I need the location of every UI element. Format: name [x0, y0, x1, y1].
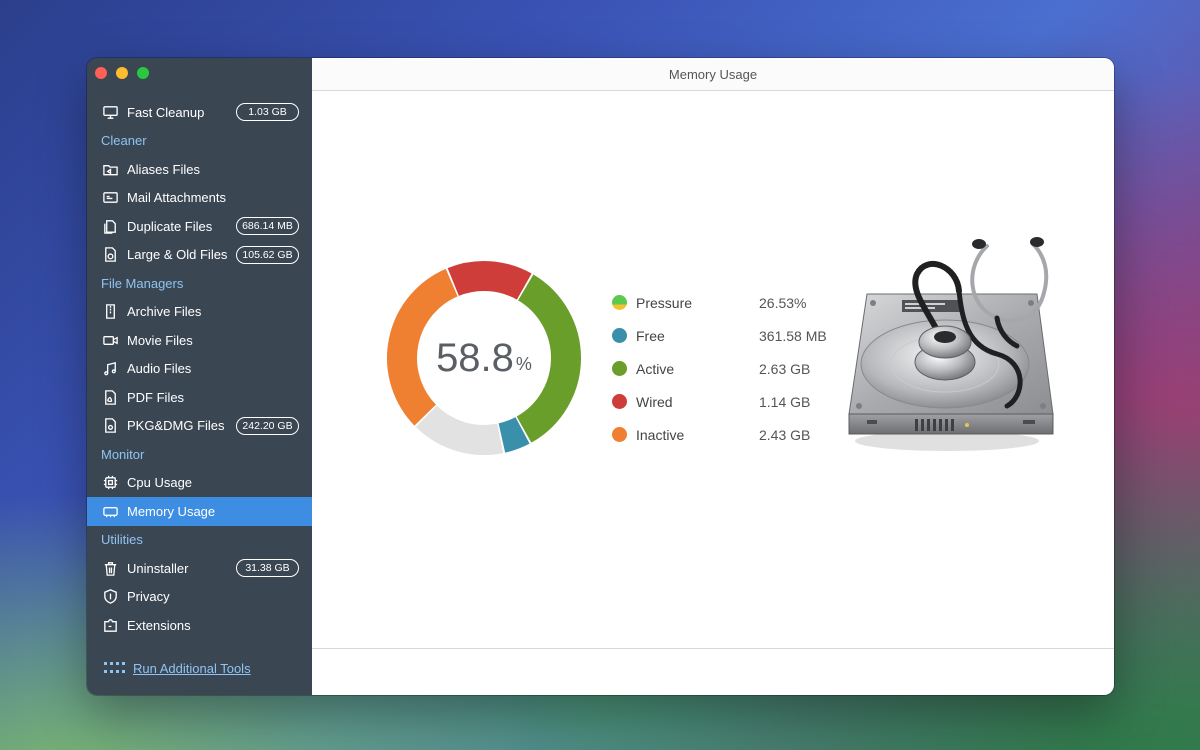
legend-swatch: [612, 427, 627, 442]
sidebar-item-label: Duplicate Files: [127, 218, 213, 234]
close-window-button[interactable]: [95, 67, 107, 79]
sidebar-item-label: Privacy: [127, 589, 170, 605]
sidebar-item-label: Cpu Usage: [127, 475, 193, 491]
folder-alias-icon: [101, 160, 119, 178]
legend-value: 26.53%: [759, 294, 807, 311]
size-badge: 105.62 GB: [236, 245, 299, 264]
section-header-cleaner: Cleaner: [101, 133, 147, 149]
minimize-window-button[interactable]: [116, 67, 128, 79]
legend-swatch: [612, 361, 627, 376]
sidebar-item-label: Large & Old Files: [127, 247, 228, 263]
legend-value: 1.14 GB: [759, 393, 811, 410]
memory-percent-unit: %: [515, 353, 532, 374]
legend-swatch: [612, 328, 627, 343]
archive-icon: [101, 303, 119, 321]
sidebar-item-pdf-files[interactable]: PDF Files: [87, 383, 312, 412]
package-file-icon: [101, 417, 119, 435]
sidebar-item-label: PKG&DMG Files: [127, 418, 225, 434]
section-header-utilities: Utilities: [101, 532, 143, 548]
legend-value: 2.43 GB: [759, 426, 811, 443]
main-panel: Memory Usage 58.8 % Pressure 26.53% Free 36…: [312, 58, 1114, 695]
grid-icon: [104, 661, 125, 676]
sidebar-item-uninstaller[interactable]: Uninstaller 31.38 GB: [87, 554, 312, 583]
sidebar-item-label: Audio Files: [127, 361, 192, 377]
disk-utility-stethoscope-icon: [848, 237, 1054, 451]
legend-value: 2.63 GB: [759, 360, 811, 377]
legend-label: Free: [636, 327, 665, 344]
legend-row-active: Active 2.63 GB: [612, 352, 852, 385]
puzzle-icon: [101, 616, 119, 634]
sidebar-item-label: Uninstaller: [127, 560, 189, 576]
sidebar-item-label: Movie Files: [127, 332, 193, 348]
zoom-window-button[interactable]: [137, 67, 149, 79]
size-badge: 1.03 GB: [236, 103, 299, 122]
legend-row-pressure: Pressure 26.53%: [612, 286, 852, 319]
legend-value: 361.58 MB: [759, 327, 827, 344]
sidebar-item-duplicate-files[interactable]: Duplicate Files 686.14 MB: [87, 212, 312, 241]
sidebar-item-privacy[interactable]: Privacy: [87, 583, 312, 612]
large-file-icon: [101, 246, 119, 264]
music-note-icon: [101, 360, 119, 378]
legend-swatch: [612, 394, 627, 409]
size-badge: 686.14 MB: [236, 217, 299, 236]
sidebar: Fast Cleanup 1.03 GB Cleaner Aliases Files M…: [87, 58, 312, 695]
sidebar-item-label: Memory Usage: [127, 503, 216, 519]
legend-row-inactive: Inactive 2.43 GB: [612, 418, 852, 451]
duplicate-file-icon: [101, 217, 119, 235]
sidebar-item-fast-cleanup[interactable]: Fast Cleanup 1.03 GB: [87, 98, 312, 127]
sidebar-item-label: Archive Files: [127, 304, 202, 320]
pdf-file-icon: [101, 388, 119, 406]
memory-percent-value: 58.8: [436, 335, 514, 380]
sidebar-nav: Fast Cleanup 1.03 GB Cleaner Aliases Files M…: [87, 98, 312, 640]
sidebar-item-aliases-files[interactable]: Aliases Files: [87, 155, 312, 184]
sidebar-item-cpu-usage[interactable]: Cpu Usage: [87, 469, 312, 498]
sidebar-item-label: Aliases Files: [127, 161, 200, 177]
legend-row-wired: Wired 1.14 GB: [612, 385, 852, 418]
sidebar-item-label: Extensions: [127, 617, 191, 633]
sidebar-item-archive-files[interactable]: Archive Files: [87, 298, 312, 327]
sidebar-item-extensions[interactable]: Extensions: [87, 611, 312, 640]
sidebar-item-mail-attachments[interactable]: Mail Attachments: [87, 184, 312, 213]
mail-attachment-icon: [101, 189, 119, 207]
sidebar-item-label: Mail Attachments: [127, 190, 226, 206]
legend-row-free: Free 361.58 MB: [612, 319, 852, 352]
monitor-icon: [101, 103, 119, 121]
section-header-file-managers: File Managers: [101, 275, 184, 291]
memory-percent-display: 58.8 %: [382, 256, 586, 460]
run-additional-tools-label[interactable]: Run Additional Tools: [133, 661, 251, 676]
legend-label: Inactive: [636, 426, 685, 443]
video-camera-icon: [101, 331, 119, 349]
sidebar-item-movie-files[interactable]: Movie Files: [87, 326, 312, 355]
memory-legend: Pressure 26.53% Free 361.58 MB Active 2.63 GB…: [612, 286, 852, 451]
cpu-chip-icon: [101, 474, 119, 492]
legend-label: Pressure: [636, 294, 693, 311]
app-window: Fast Cleanup 1.03 GB Cleaner Aliases Files M…: [87, 58, 1114, 695]
sidebar-item-large-old-files[interactable]: Large & Old Files 105.62 GB: [87, 241, 312, 270]
sidebar-item-label: PDF Files: [127, 389, 185, 405]
shield-icon: [101, 588, 119, 606]
legend-label: Wired: [636, 393, 673, 410]
window-controls: [95, 67, 149, 79]
section-header-monitor: Monitor: [101, 446, 145, 462]
size-badge: 31.38 GB: [236, 559, 299, 578]
window-title: Memory Usage: [312, 58, 1114, 91]
trash-icon: [101, 559, 119, 577]
legend-swatch: [612, 295, 627, 310]
size-badge: 242.20 GB: [236, 416, 299, 435]
sidebar-item-label: Fast Cleanup: [127, 104, 205, 120]
sidebar-item-memory-usage[interactable]: Memory Usage: [87, 497, 312, 526]
sidebar-item-pkg-dmg-files[interactable]: PKG&DMG Files 242.20 GB: [87, 412, 312, 441]
run-additional-tools-link[interactable]: Run Additional Tools: [104, 661, 251, 676]
footer-divider: [312, 648, 1114, 649]
legend-label: Active: [636, 360, 675, 377]
memory-donut-chart: 58.8 %: [382, 256, 586, 460]
memory-icon: [101, 502, 119, 520]
sidebar-item-audio-files[interactable]: Audio Files: [87, 355, 312, 384]
